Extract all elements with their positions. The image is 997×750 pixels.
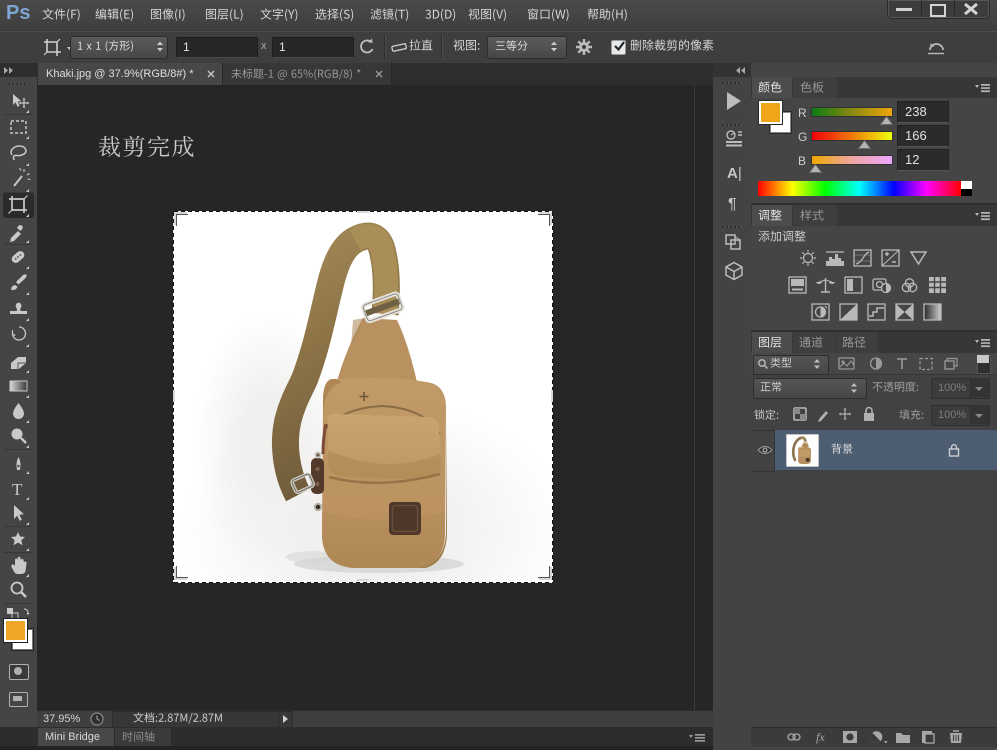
svg-text:T: T [12,480,23,499]
svg-text:fx: fx [816,730,825,744]
